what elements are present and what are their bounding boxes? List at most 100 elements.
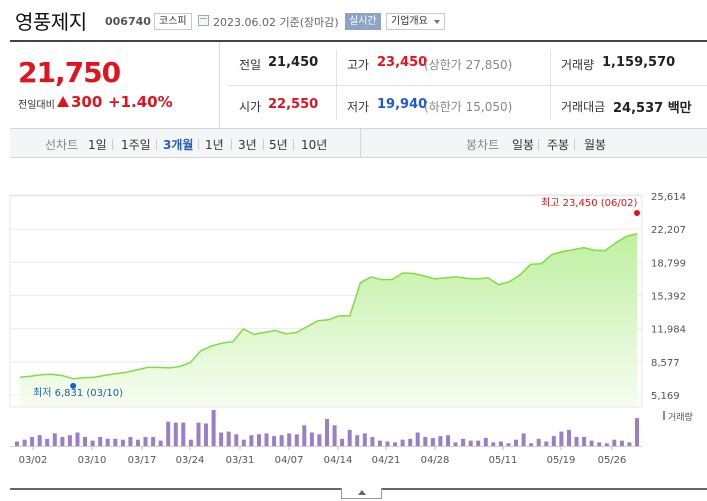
volume-bar bbox=[226, 431, 231, 446]
x-tick-label: 03/17 bbox=[128, 455, 157, 466]
x-tick-label: 05/26 bbox=[598, 455, 627, 466]
volume-bar bbox=[317, 434, 322, 446]
volume-bar bbox=[52, 433, 57, 446]
stock-code: 006740 bbox=[105, 15, 151, 28]
volume-bar bbox=[302, 425, 307, 446]
volume-legend-swatch bbox=[663, 411, 665, 420]
volume-bar bbox=[158, 440, 163, 446]
volume-bar bbox=[529, 443, 534, 446]
tab-separator bbox=[574, 139, 575, 150]
realtime-button[interactable]: 실시간 bbox=[345, 13, 381, 30]
volume-bar bbox=[514, 439, 518, 446]
y-tick-label: 22,207 bbox=[651, 225, 686, 236]
volume-bar bbox=[582, 437, 587, 446]
x-tick-label: 03/24 bbox=[176, 455, 205, 466]
prev-close-value: 21,450 bbox=[268, 55, 319, 70]
date-text: 2023.06.02 기준(장마감) bbox=[213, 16, 339, 29]
market-badge: 코스피 bbox=[154, 13, 192, 30]
up-arrow-icon bbox=[57, 96, 69, 107]
quote-row-divider bbox=[228, 85, 707, 86]
x-tick-label: 03/31 bbox=[226, 455, 255, 466]
low-value: 19,940 bbox=[377, 97, 428, 112]
volume-bar bbox=[597, 442, 602, 446]
volume-bar bbox=[567, 429, 571, 446]
volume-bar bbox=[468, 440, 473, 446]
tab-3year[interactable]: 3년 bbox=[238, 136, 257, 153]
prev-close-label: 전일 bbox=[239, 58, 262, 72]
tab-daily-candle[interactable]: 일봉 bbox=[512, 136, 534, 153]
volume-bar bbox=[627, 442, 632, 446]
volume-bar bbox=[453, 442, 458, 446]
volume-bar bbox=[90, 440, 95, 446]
volume-bar bbox=[325, 419, 329, 446]
volume-bar bbox=[476, 440, 481, 446]
volume-bar bbox=[574, 437, 579, 446]
volume-bar bbox=[98, 437, 103, 446]
tab-1year[interactable]: 1년 bbox=[205, 136, 224, 153]
volume-bar bbox=[498, 441, 503, 446]
period-bar-divider bbox=[360, 129, 361, 157]
tab-separator bbox=[156, 139, 157, 150]
current-price: 21,750 bbox=[18, 56, 121, 89]
company-overview-label: 기업개요 bbox=[391, 16, 428, 27]
volume-bar bbox=[483, 437, 488, 446]
tab-monthly-candle[interactable]: 월봉 bbox=[584, 136, 606, 153]
volume-bar bbox=[309, 432, 314, 446]
volume-bar bbox=[385, 441, 390, 446]
volume-bar bbox=[619, 440, 624, 446]
volume-value: 1,159,570 bbox=[602, 55, 676, 70]
volume-bar bbox=[461, 438, 466, 446]
volume-bar bbox=[136, 439, 140, 446]
x-tick-label: 04/07 bbox=[275, 455, 304, 466]
volume-bar bbox=[22, 439, 27, 446]
volume-bar bbox=[370, 437, 375, 446]
volume-bar bbox=[196, 422, 201, 446]
volume-bar bbox=[521, 433, 526, 446]
collapse-button[interactable] bbox=[341, 488, 382, 499]
volume-bar bbox=[551, 436, 556, 446]
x-tick-label: 05/19 bbox=[547, 455, 576, 466]
volume-bar bbox=[332, 425, 337, 446]
tab-3month[interactable]: 3개월 bbox=[163, 136, 193, 153]
low-annotation: 최저 6,831 (03/10) bbox=[33, 387, 123, 399]
stock-header: 영풍제지 006740 코스피 2023.06.02 기준(장마감) 실시간 기… bbox=[0, 0, 707, 40]
volume-bar bbox=[173, 422, 178, 446]
tab-5year[interactable]: 5년 bbox=[269, 136, 288, 153]
volume-bar bbox=[143, 437, 148, 446]
volume-bar bbox=[393, 442, 397, 446]
tab-weekly-candle[interactable]: 주봉 bbox=[547, 136, 569, 153]
volume-bar bbox=[151, 437, 156, 446]
y-tick-label: 11,984 bbox=[651, 325, 686, 336]
tab-1day[interactable]: 1일 bbox=[88, 136, 107, 153]
price-box: 21,750 전일대비 300 +1.40% bbox=[10, 42, 220, 128]
volume-bar bbox=[105, 438, 110, 446]
calendar-icon bbox=[198, 15, 209, 26]
volume-bar bbox=[181, 422, 186, 446]
y-tick-label: 8,577 bbox=[651, 358, 680, 369]
volume-bar bbox=[340, 438, 345, 446]
volume-bar bbox=[491, 442, 496, 446]
high-label: 고가 bbox=[347, 58, 370, 72]
tab-10year[interactable]: 10년 bbox=[301, 136, 327, 153]
volume-bar bbox=[264, 433, 269, 446]
volume-bar bbox=[45, 438, 50, 446]
high-value: 23,450 bbox=[377, 55, 428, 70]
tab-1week[interactable]: 1주일 bbox=[121, 136, 151, 153]
volume-bar bbox=[257, 434, 261, 446]
company-overview-dropdown[interactable]: 기업개요 bbox=[386, 13, 445, 30]
change-percent: +1.40% bbox=[108, 93, 173, 111]
volume-bar bbox=[589, 440, 594, 446]
volume-bar bbox=[635, 418, 639, 446]
open-label: 시가 bbox=[239, 100, 262, 114]
y-tick-label: 18,799 bbox=[651, 258, 686, 269]
volume-bar bbox=[211, 410, 216, 446]
volume-bar bbox=[60, 437, 65, 446]
volume-bar bbox=[166, 421, 171, 446]
volume-bar bbox=[294, 434, 299, 446]
volume-bar bbox=[128, 437, 133, 446]
volume-bar bbox=[536, 438, 541, 446]
stock-name: 영풍제지 bbox=[15, 10, 87, 34]
y-axis-ticks: 25,614 22,207 18,799 15,392 11,984 8,577 5,169 bbox=[651, 192, 686, 402]
volume-bar bbox=[287, 433, 292, 446]
volume-bar bbox=[37, 435, 42, 446]
